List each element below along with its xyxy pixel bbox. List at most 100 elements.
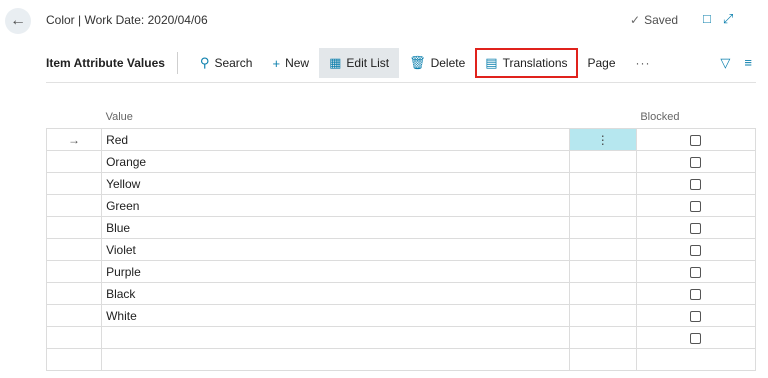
blocked-checkbox[interactable]	[690, 156, 702, 168]
blocked-cell	[635, 326, 757, 349]
row-actions-cell[interactable]	[568, 304, 637, 327]
value-cell[interactable]: Purple	[101, 260, 570, 283]
blocked-checkbox[interactable]	[690, 332, 702, 344]
window-actions: □ ⤢	[703, 11, 733, 27]
saved-status: ✓ Saved	[630, 13, 678, 27]
value-cell[interactable]	[101, 326, 570, 349]
value-cell[interactable]: Violet	[101, 238, 570, 261]
table-row[interactable]: Purple	[45, 260, 757, 283]
current-row-indicator[interactable]: →	[45, 128, 103, 151]
blocked-checkbox[interactable]	[690, 288, 702, 300]
column-header-value[interactable]: Value	[102, 106, 570, 129]
edit-list-button[interactable]: ▦ Edit List	[319, 48, 400, 78]
value-cell[interactable]: Yellow	[101, 172, 570, 195]
row-actions-cell[interactable]	[568, 260, 637, 283]
row-actions-cell[interactable]	[568, 150, 637, 173]
blocked-checkbox[interactable]	[690, 266, 702, 278]
row-actions-cell[interactable]	[568, 238, 637, 261]
blocked-checkbox[interactable]	[690, 244, 702, 256]
value-cell[interactable]: Red	[101, 128, 570, 151]
value-cell[interactable]: Black	[101, 282, 570, 305]
translations-button[interactable]: ▤ Translations	[475, 48, 578, 78]
attribute-values-table: Value Blocked → Red ⋮ Orange Yellow Green Blue…	[45, 106, 757, 371]
blocked-checkbox[interactable]	[690, 134, 702, 146]
back-button[interactable]: ←	[5, 8, 31, 34]
blocked-cell	[635, 172, 757, 195]
table-row[interactable]: → Red ⋮	[45, 128, 757, 151]
row-actions-cell[interactable]	[568, 282, 637, 305]
table-row[interactable]: Violet	[45, 238, 757, 261]
value-cell[interactable]: Orange	[101, 150, 570, 173]
search-label: Search	[214, 56, 253, 70]
row-menu-column-header	[569, 106, 636, 129]
table-row[interactable]	[45, 348, 757, 371]
table-row[interactable]: Orange	[45, 150, 757, 173]
blocked-cell	[635, 304, 757, 327]
filter-icon[interactable]: ▽	[720, 55, 730, 71]
table-row[interactable]	[45, 326, 757, 349]
row-selector[interactable]	[45, 238, 103, 261]
value-cell[interactable]: White	[101, 304, 570, 327]
value-cell[interactable]: Green	[101, 194, 570, 217]
table-row[interactable]: Blue	[45, 216, 757, 239]
blocked-cell	[635, 348, 757, 371]
table-row[interactable]: Black	[45, 282, 757, 305]
action-bar: Item Attribute Values ⚲ Search + New ▦ E…	[46, 44, 756, 83]
expand-icon[interactable]: ⤢	[723, 11, 733, 27]
list-view-icon[interactable]: ≡	[744, 55, 752, 71]
toolbar-right-actions: ▽ ≡	[720, 55, 756, 71]
row-actions-cell[interactable]	[568, 348, 637, 371]
translate-icon: ▤	[485, 55, 498, 70]
select-column-header	[47, 106, 102, 129]
value-cell[interactable]	[101, 348, 570, 371]
row-selector[interactable]	[45, 216, 103, 239]
new-label: New	[285, 56, 310, 70]
row-actions-cell[interactable]	[568, 172, 637, 195]
row-selector[interactable]	[45, 326, 103, 349]
row-selector[interactable]	[45, 304, 103, 327]
row-selector[interactable]	[45, 282, 103, 305]
row-actions-menu-icon[interactable]: ⋮	[568, 128, 637, 151]
trash-icon: 🗑	[409, 55, 426, 70]
more-options-button[interactable]: ···	[626, 48, 661, 78]
blocked-checkbox[interactable]	[690, 200, 702, 212]
delete-button[interactable]: 🗑 Delete	[399, 48, 475, 78]
search-button[interactable]: ⚲ Search	[190, 48, 263, 78]
blocked-cell	[635, 260, 757, 283]
blocked-cell	[635, 216, 757, 239]
plus-icon: +	[272, 55, 281, 71]
page-menu-button[interactable]: Page	[578, 48, 626, 78]
row-selector[interactable]	[45, 172, 103, 195]
open-new-window-icon[interactable]: □	[703, 11, 711, 27]
edit-list-label: Edit List	[346, 56, 390, 70]
page-title: Color | Work Date: 2020/04/06	[46, 13, 208, 27]
table-row[interactable]: Yellow	[45, 172, 757, 195]
blocked-cell	[635, 238, 757, 261]
translations-label: Translations	[502, 56, 568, 70]
blocked-cell	[635, 128, 757, 151]
new-button[interactable]: + New	[262, 48, 319, 78]
delete-label: Delete	[430, 56, 466, 70]
arrow-left-icon: ←	[10, 12, 26, 29]
blocked-cell	[635, 150, 757, 173]
saved-label: Saved	[644, 13, 679, 27]
table-header-row: Value Blocked	[47, 106, 756, 129]
blocked-checkbox[interactable]	[690, 222, 702, 234]
row-selector[interactable]	[45, 260, 103, 283]
row-actions-cell[interactable]	[568, 216, 637, 239]
table-row[interactable]: White	[45, 304, 757, 327]
value-cell[interactable]: Blue	[101, 216, 570, 239]
blocked-checkbox[interactable]	[690, 310, 702, 322]
row-selector[interactable]	[45, 194, 103, 217]
blocked-cell	[635, 194, 757, 217]
blocked-checkbox[interactable]	[690, 178, 702, 190]
search-icon: ⚲	[199, 55, 210, 70]
page-label: Page	[587, 56, 616, 70]
row-actions-cell[interactable]	[568, 326, 637, 349]
table-row[interactable]: Green	[45, 194, 757, 217]
row-selector[interactable]	[45, 348, 103, 371]
row-selector[interactable]	[45, 150, 103, 173]
column-header-blocked[interactable]: Blocked	[636, 106, 755, 129]
ellipsis-icon: ···	[635, 56, 651, 70]
row-actions-cell[interactable]	[568, 194, 637, 217]
